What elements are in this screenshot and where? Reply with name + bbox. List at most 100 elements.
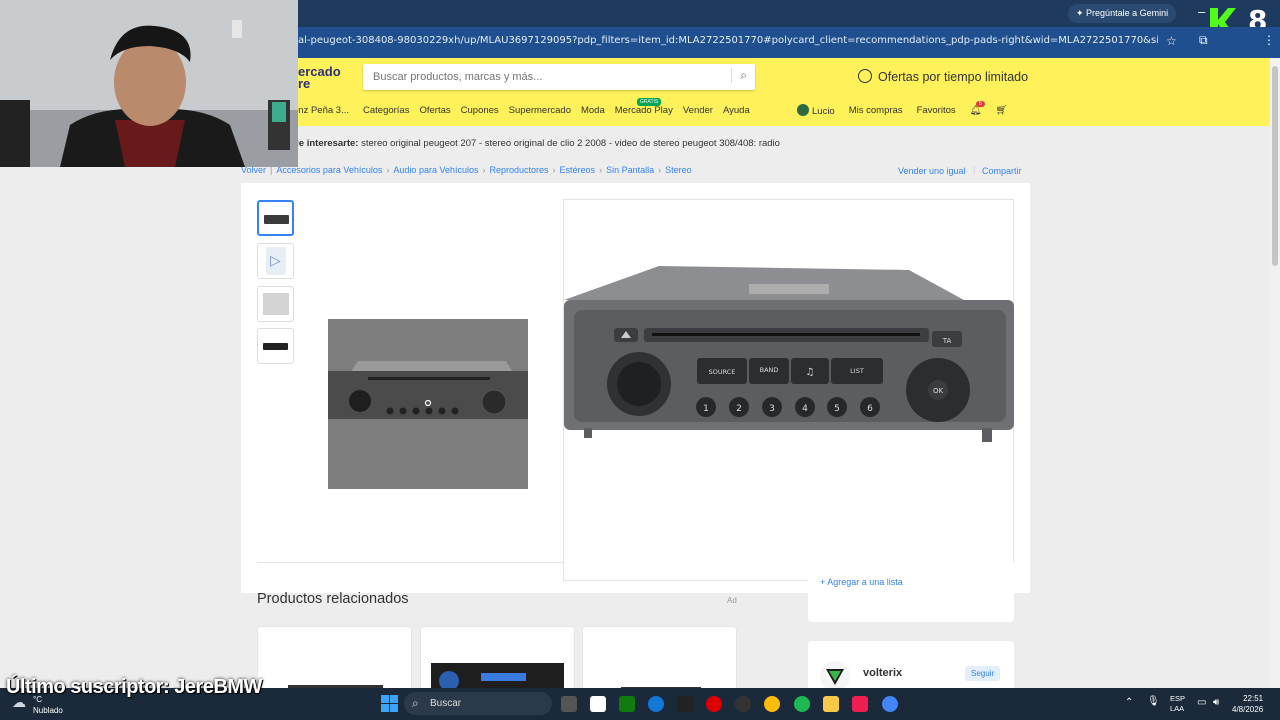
- chrome-active-icon[interactable]: [882, 696, 898, 712]
- band-button-label: BAND: [760, 366, 779, 374]
- follow-button[interactable]: Seguir: [965, 666, 1001, 681]
- tiktok-icon[interactable]: [852, 696, 868, 712]
- windows-start-icon[interactable]: [381, 695, 398, 717]
- product-card-1[interactable]: [257, 626, 412, 696]
- gemini-button[interactable]: ✦ Pregúntale a Gemini: [1068, 4, 1176, 23]
- edge-icon[interactable]: [648, 696, 664, 712]
- nav-mercado-play[interactable]: Mercado Play: [615, 105, 673, 116]
- offers-banner[interactable]: Ofertas por tiempo limitado: [858, 69, 1028, 84]
- product-card-2[interactable]: [420, 626, 575, 696]
- breadcrumb-item[interactable]: Reproductores: [489, 165, 548, 175]
- gemini-label: Pregúntale a Gemini: [1086, 8, 1169, 18]
- user-name: Lucio: [812, 106, 835, 117]
- notification-badge: 6: [975, 101, 985, 107]
- search-icon[interactable]: ⌕: [731, 68, 747, 83]
- nav-coupons[interactable]: Cupones: [461, 105, 499, 116]
- app-icon-red[interactable]: [706, 696, 722, 712]
- seller-name[interactable]: volterix: [863, 667, 902, 679]
- zoom-image[interactable]: TA SOURCE BAND ♫ LIST 1 2 3 4 5 6 OK: [563, 199, 1014, 581]
- clock-time: 22:51: [1243, 694, 1264, 703]
- language-indicator[interactable]: ESP LAA: [1170, 694, 1185, 714]
- cart-icon[interactable]: 🛒︎: [996, 105, 1008, 116]
- nav-supermarket[interactable]: Supermercado: [509, 105, 571, 116]
- add-to-list-label: Agregar a una lista: [827, 577, 903, 587]
- url-text: al-peugeot-308408-98030229xh/up/MLAU3697…: [298, 35, 1158, 46]
- folder-icon[interactable]: [823, 696, 839, 712]
- thumbnail-3[interactable]: [257, 286, 294, 322]
- volume-icon[interactable]: 🔊︎: [1213, 697, 1219, 708]
- thumbnail-video[interactable]: ▷: [257, 243, 294, 279]
- chevron-up-icon[interactable]: ⌃: [1125, 697, 1133, 708]
- gratis-badge: GRATIS: [637, 98, 662, 106]
- related-searches-label: de interesarte:: [293, 138, 359, 149]
- my-purchases-link[interactable]: Mis compras: [849, 105, 903, 116]
- breadcrumb-item[interactable]: Audio para Vehículos: [393, 165, 478, 175]
- taskbar-search[interactable]: Buscar: [404, 692, 552, 715]
- microphone-icon[interactable]: 🎙︎: [1147, 696, 1160, 707]
- breadcrumb-item[interactable]: Estéreos: [560, 165, 596, 175]
- nav-fashion[interactable]: Moda: [581, 105, 605, 116]
- preset-4-label: 4: [802, 404, 808, 414]
- user-menu[interactable]: Lucio: [797, 104, 835, 117]
- weather-label: Nublado: [33, 706, 63, 715]
- chrome-icon[interactable]: [764, 696, 780, 712]
- taskbar-clock[interactable]: 22:51 4/8/2026: [1232, 693, 1263, 715]
- chevron-right-icon: ›: [552, 165, 556, 175]
- obs-icon[interactable]: [735, 696, 751, 712]
- site-logo[interactable]: ercado re: [298, 65, 341, 90]
- app-icon[interactable]: [677, 696, 693, 712]
- search-box[interactable]: ⌕: [363, 64, 755, 90]
- related-products-title: Productos relacionados: [257, 591, 409, 607]
- scrollbar-thumb[interactable]: [1272, 66, 1278, 266]
- preset-6-label: 6: [867, 404, 873, 414]
- breadcrumb-item[interactable]: Sin Pantalla: [606, 165, 654, 175]
- menu-icon[interactable]: ⋮: [1263, 33, 1275, 47]
- product-card-3[interactable]: [582, 626, 737, 696]
- nav-offers[interactable]: Ofertas: [419, 105, 450, 116]
- breadcrumb: Volver | Accesorios para Vehículos › Audio…: [241, 165, 692, 175]
- spotify-icon[interactable]: [794, 696, 810, 712]
- music-note-icon: ♫: [806, 367, 815, 378]
- xbox-icon[interactable]: [619, 696, 635, 712]
- extensions-icon[interactable]: ⧉: [1199, 33, 1208, 48]
- chevron-right-icon: ›: [482, 165, 486, 175]
- minimize-icon[interactable]: –: [1198, 4, 1205, 19]
- main-nav: Categorías Ofertas Cupones Supermercado …: [363, 98, 750, 116]
- nav-sell[interactable]: Vender: [683, 105, 713, 116]
- network-icon[interactable]: ▭: [1197, 697, 1206, 708]
- thumbnail-1[interactable]: [257, 200, 294, 236]
- task-view-icon[interactable]: [561, 696, 577, 712]
- search-icon: ⌕: [412, 696, 419, 710]
- list-button-label: LIST: [850, 367, 864, 375]
- chevron-right-icon: ›: [658, 165, 662, 175]
- related-searches-links[interactable]: stereo original peugeot 207 - stereo ori…: [361, 138, 780, 149]
- star-icon[interactable]: ☆: [1166, 34, 1177, 48]
- divider: [257, 562, 563, 563]
- favorites-link[interactable]: Favoritos: [917, 105, 956, 116]
- capcut-icon[interactable]: [590, 696, 606, 712]
- product-display: [481, 673, 526, 681]
- radio-thumbnail: [264, 215, 289, 224]
- clock-icon: [858, 69, 872, 83]
- sell-same-link[interactable]: Vender uno igual: [898, 166, 966, 176]
- avatar: [797, 104, 809, 116]
- breadcrumb-item[interactable]: Stereo: [665, 165, 692, 175]
- radio-side-thumbnail: [263, 343, 288, 350]
- search-input[interactable]: [363, 64, 713, 90]
- add-to-list-link[interactable]: + Agregar a una lista: [820, 577, 903, 587]
- preset-2-label: 2: [736, 404, 742, 414]
- ok-button-label: OK: [933, 387, 944, 395]
- main-product-image[interactable]: [326, 319, 530, 489]
- scrollbar[interactable]: [1270, 58, 1280, 688]
- lang-line-1: ESP: [1170, 694, 1186, 703]
- thumbnail-4[interactable]: [257, 328, 294, 364]
- nav-categories[interactable]: Categorías: [363, 105, 409, 116]
- related-searches: de interesarte: stereo original peugeot …: [293, 138, 780, 149]
- add-to-list-card: + Agregar a una lista: [808, 560, 1014, 622]
- clock-date: 4/8/2026: [1232, 705, 1264, 714]
- share-link[interactable]: Compartir: [982, 166, 1022, 176]
- user-nav: Lucio Mis compras Favoritos 🔔︎ 6 🛒︎: [797, 101, 1008, 117]
- nav-help[interactable]: Ayuda: [723, 105, 750, 116]
- notifications-button[interactable]: 🔔︎ 6: [970, 101, 985, 116]
- delivery-address[interactable]: enz Peña 3...: [293, 105, 349, 116]
